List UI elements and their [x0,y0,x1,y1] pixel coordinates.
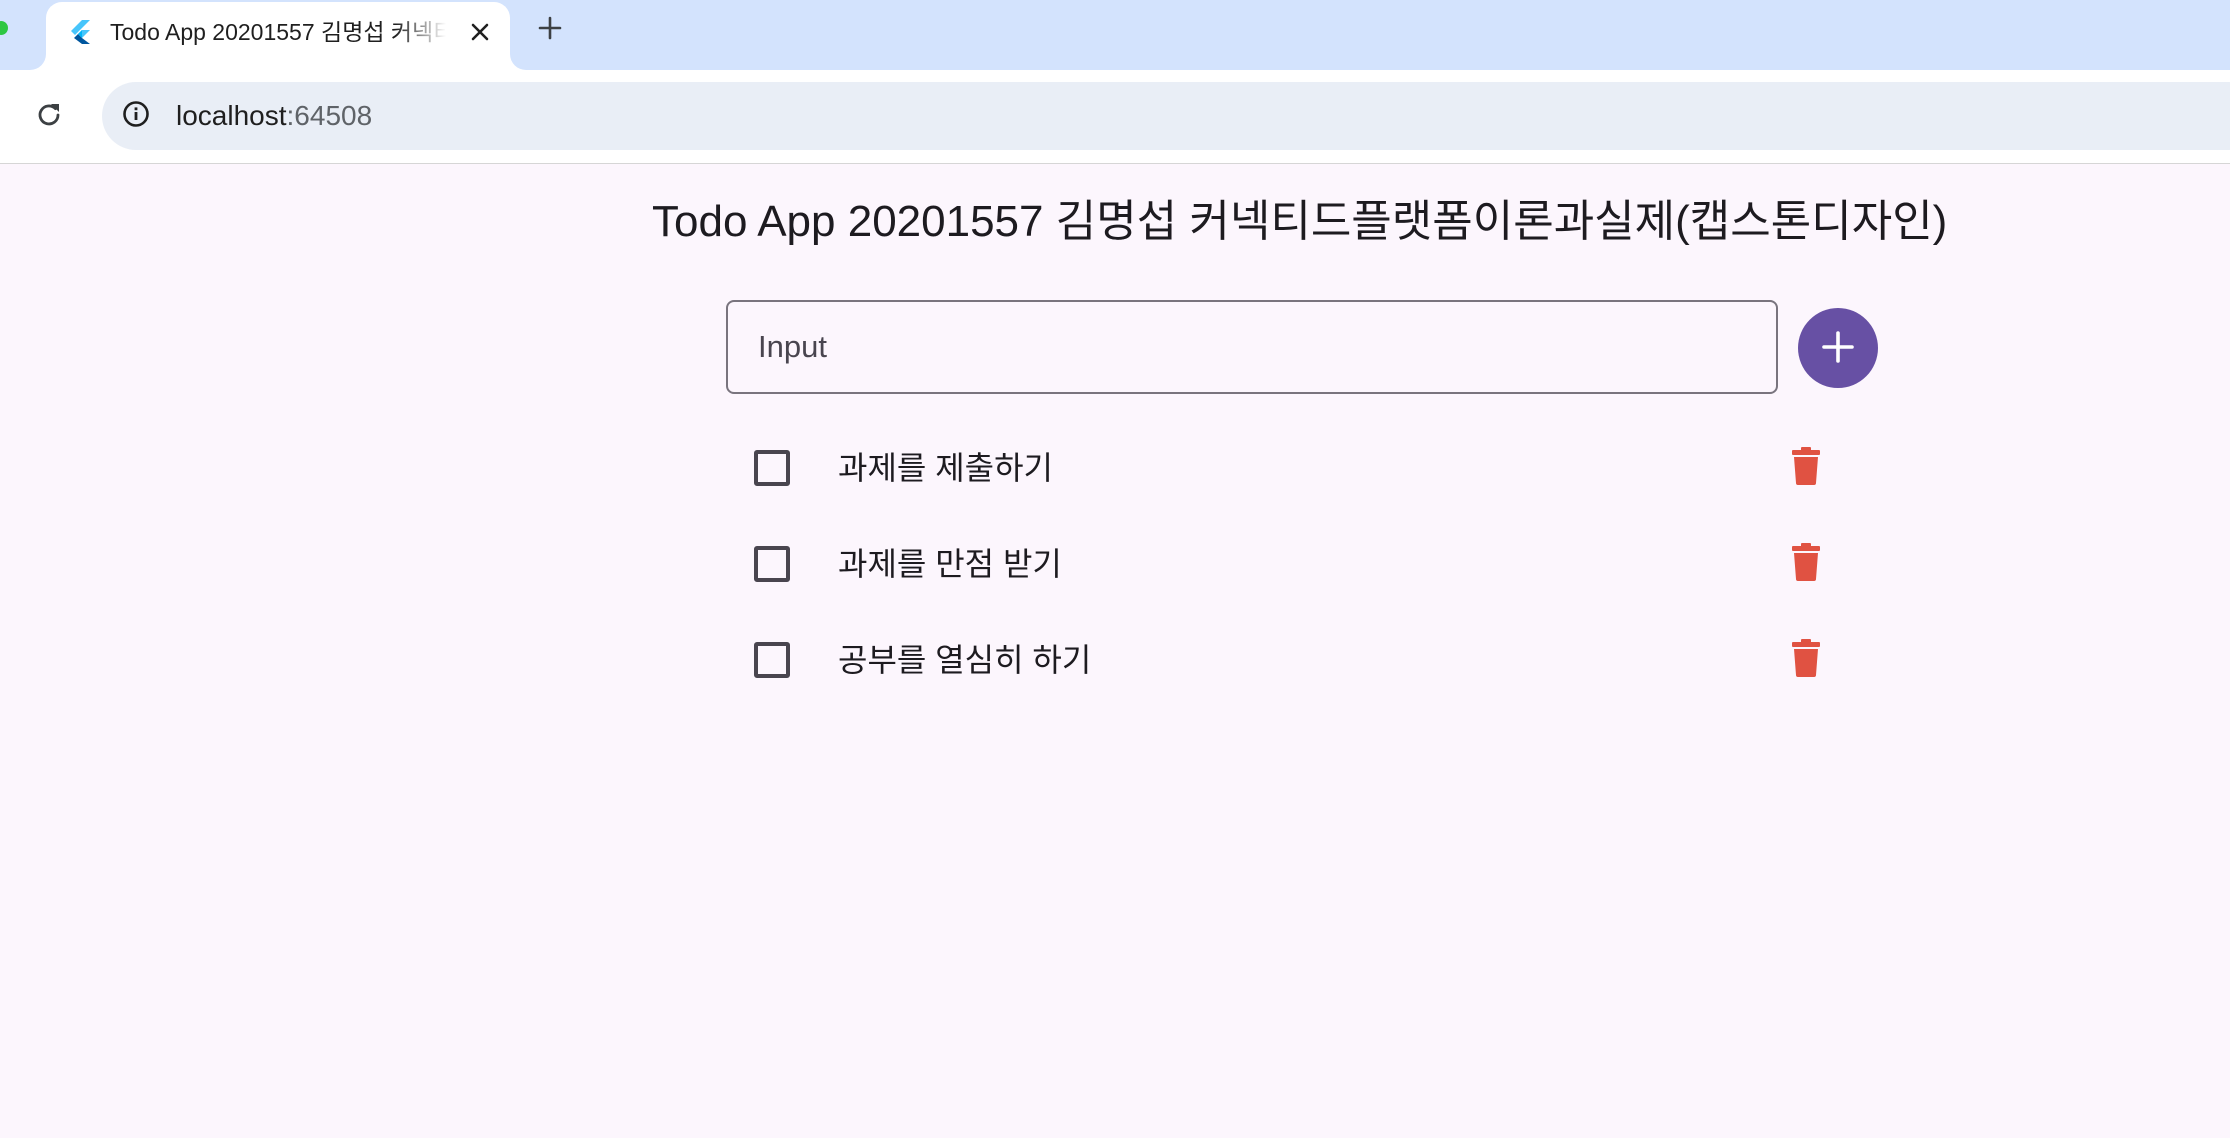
site-info-button[interactable] [116,96,156,136]
flutter-icon [68,19,92,45]
tab-title: Todo App 20201557 김명섭 커넥티드플랫폼이론과실제(캡스톤디자… [110,19,446,45]
delete-button[interactable] [1788,542,1824,586]
url-text[interactable]: localhost:64508 [176,98,372,134]
browser-tabstrip: Todo App 20201557 김명섭 커넥티드플랫폼이론과실제(캡스톤디자… [0,0,2230,70]
reload-icon [34,100,64,134]
plus-icon [538,16,562,44]
todo-input[interactable] [726,300,1778,394]
list-item: 과제를 제출하기 [726,420,1838,516]
info-icon [121,99,151,133]
list-item: 공부를 열심히 하기 [726,612,1838,708]
page-title: Todo App 20201557 김명섭 커넥티드플랫폼이론과실제(캡스톤디자… [652,197,1948,246]
browser-toolbar: localhost:64508 [0,70,2230,164]
todo-checkbox[interactable] [754,546,790,582]
url-port: :64508 [286,100,373,131]
url-host: localhost [176,100,287,131]
delete-button[interactable] [1788,638,1824,682]
address-bar[interactable]: localhost:64508 [102,82,2230,150]
reload-button[interactable] [28,96,70,138]
new-tab-button[interactable] [532,12,568,48]
trash-icon [1791,639,1821,681]
list-item: 과제를 만점 받기 [726,516,1838,612]
todo-checkbox[interactable] [754,642,790,678]
todo-text: 과제를 제출하기 [838,450,1053,486]
todo-text: 과제를 만점 받기 [838,546,1062,582]
todo-checkbox[interactable] [754,450,790,486]
todo-list: 과제를 제출하기 과제를 만점 받기 공부를 열심히 하기 [726,420,1878,708]
delete-button[interactable] [1788,446,1824,490]
browser-tab-active[interactable]: Todo App 20201557 김명섭 커넥티드플랫폼이론과실제(캡스톤디자… [46,2,510,70]
close-icon[interactable] [464,16,496,48]
window-maximize-button[interactable] [0,21,8,35]
todo-text: 공부를 열심히 하기 [838,642,1092,678]
plus-icon [1821,330,1855,367]
add-todo-button[interactable] [1798,308,1878,388]
trash-icon [1791,447,1821,489]
trash-icon [1791,543,1821,585]
